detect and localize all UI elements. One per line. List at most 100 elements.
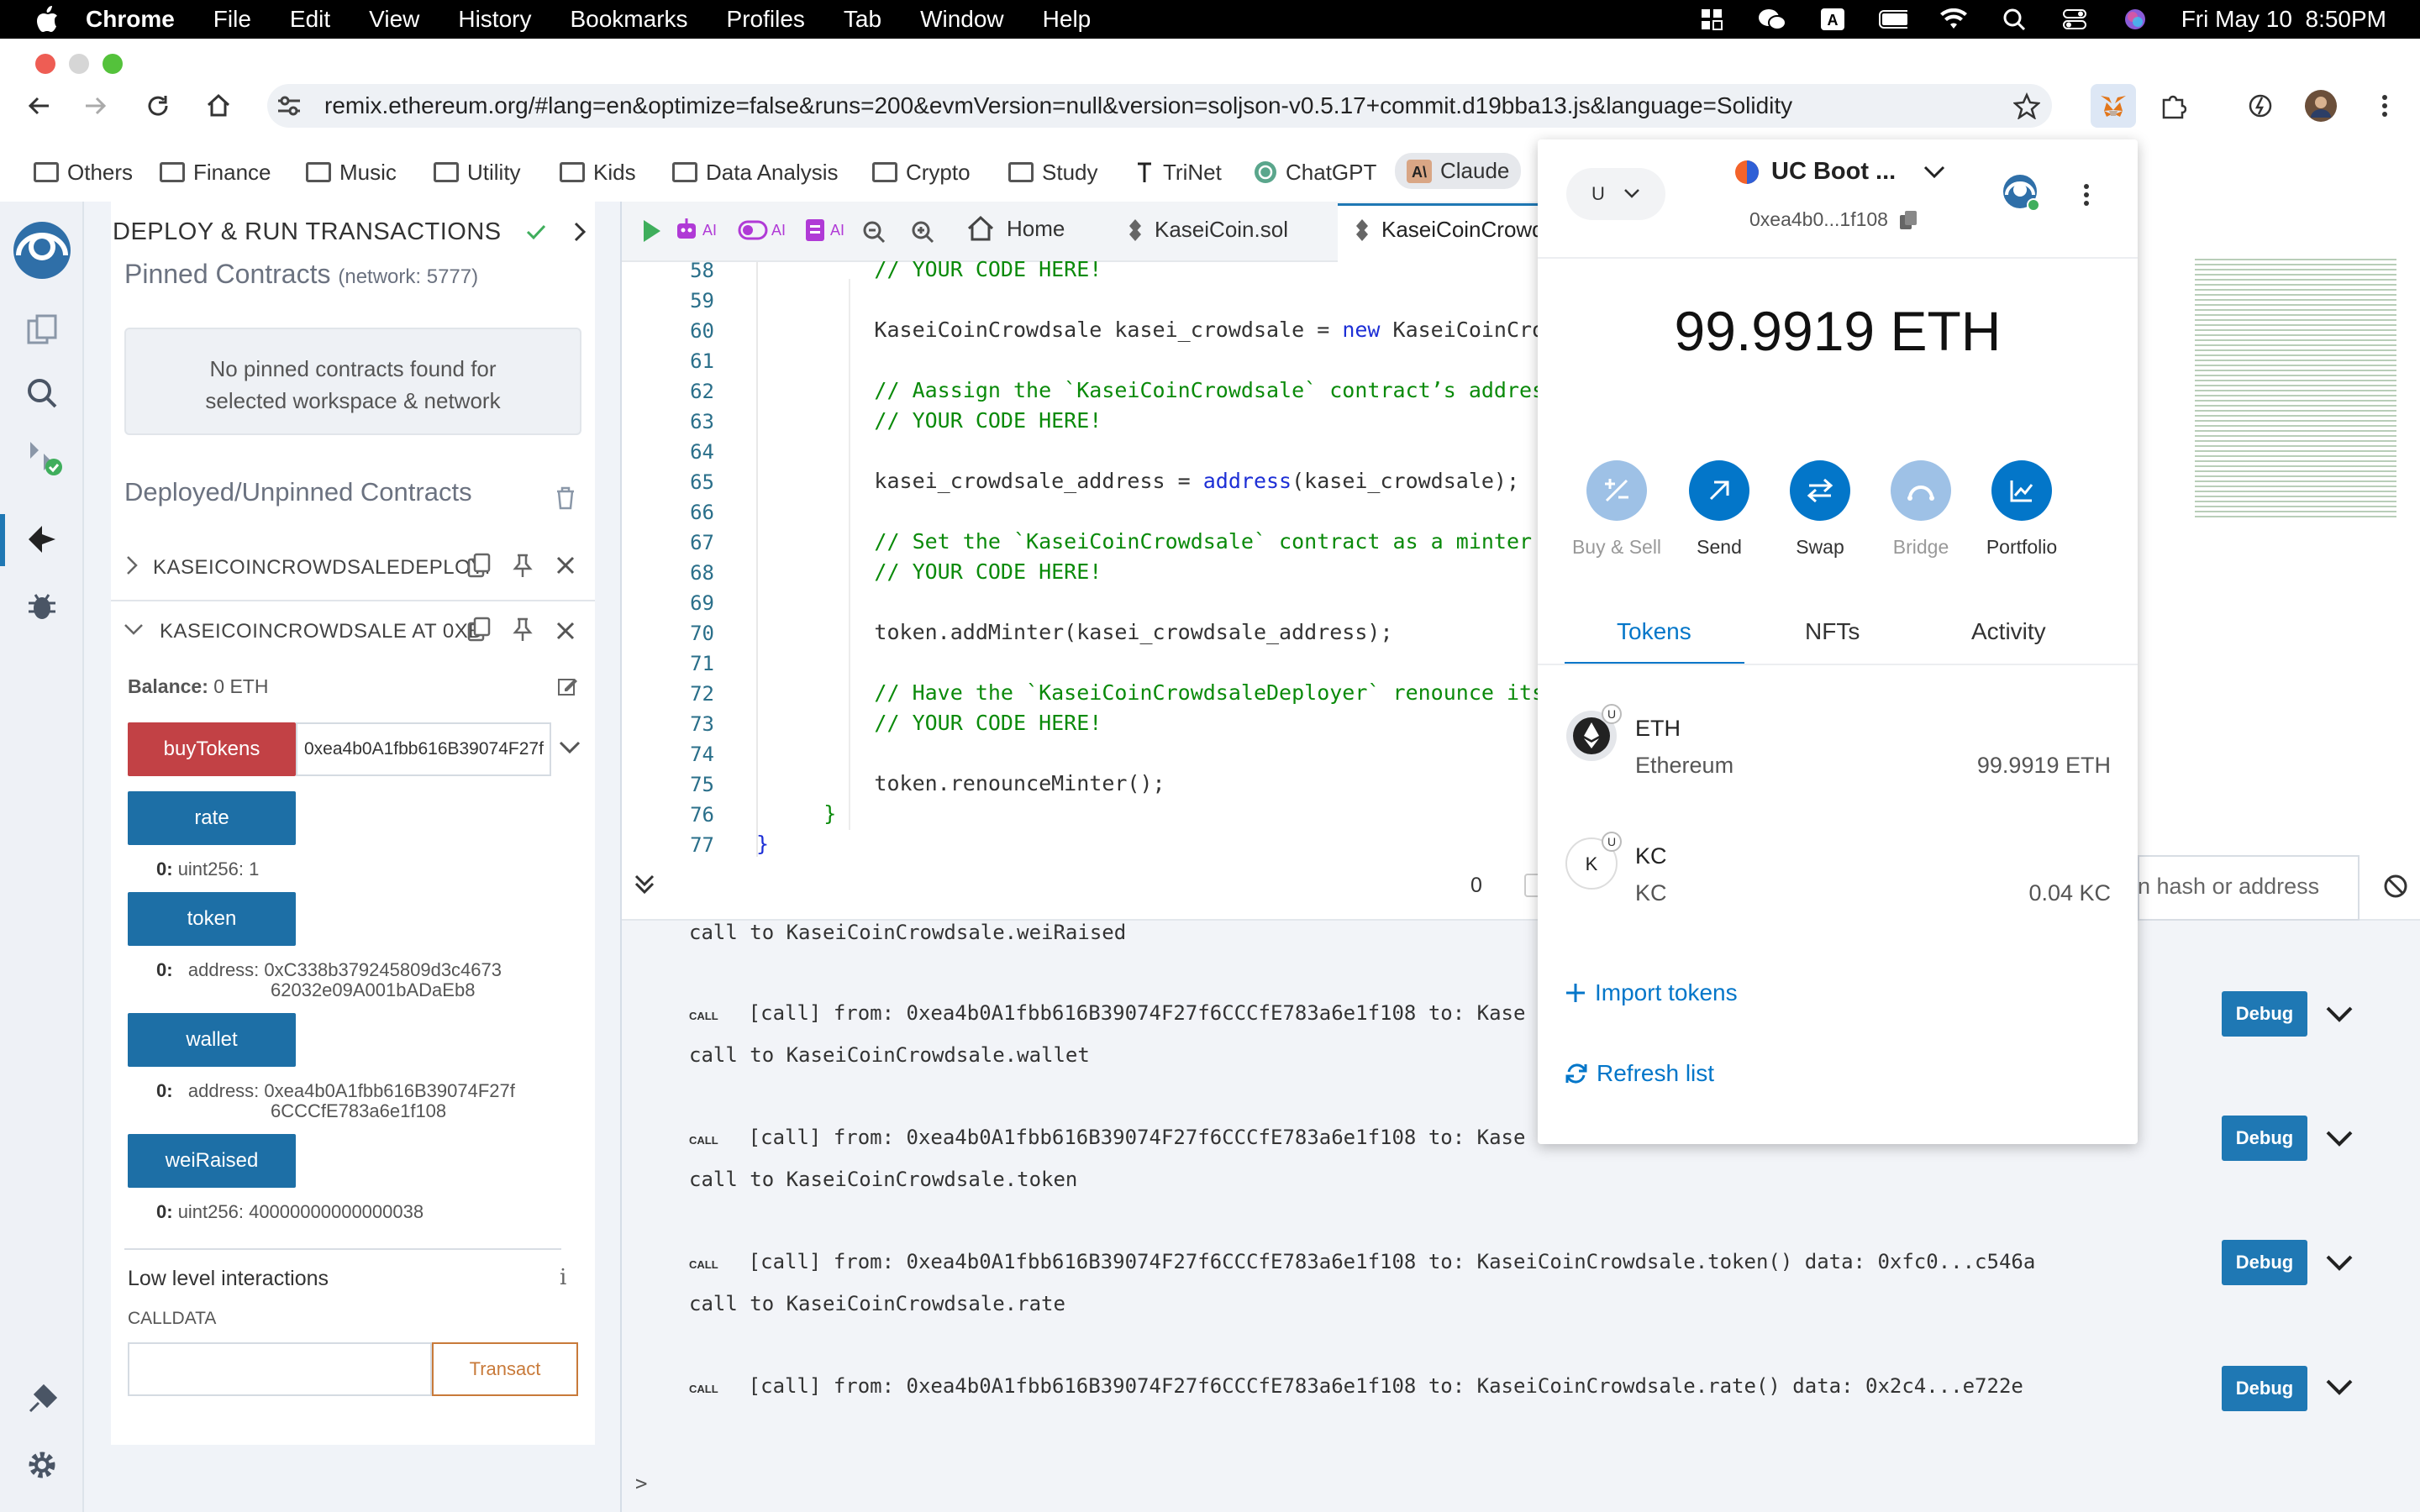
tab-home[interactable]: Home	[966, 215, 1065, 242]
spotlight-search-icon[interactable]	[2000, 7, 2028, 32]
bookmark-others[interactable]: Others	[34, 160, 133, 186]
ai-docs-button[interactable]: AI	[803, 217, 844, 244]
close-window-button[interactable]	[35, 54, 55, 74]
settings-gear-icon[interactable]	[18, 1441, 66, 1488]
tx-log-row[interactable]: CALL [call] from: 0xea4b0A1fbb616B39074F2…	[689, 1374, 2023, 1398]
grid-app-icon[interactable]	[1697, 7, 1726, 32]
solidity-compiler-icon[interactable]	[18, 433, 66, 480]
menu-profiles[interactable]: Profiles	[727, 6, 805, 33]
wifi-icon[interactable]	[1939, 7, 1968, 32]
menu-tab[interactable]: Tab	[844, 6, 881, 33]
profile-avatar[interactable]	[2302, 87, 2339, 124]
bookmark-trinet[interactable]: TriNet	[1134, 160, 1222, 186]
refresh-list-link[interactable]: Refresh list	[1565, 1060, 1714, 1087]
account-address-row[interactable]: 0xea4b0...1f108	[1749, 208, 1918, 231]
terminal-prompt[interactable]: >	[635, 1472, 647, 1495]
clear-console-icon[interactable]	[2383, 874, 2408, 903]
tab-nfts[interactable]: NFTs	[1805, 618, 1860, 645]
chevron-down-icon[interactable]	[2323, 998, 2356, 1032]
weiraised-button[interactable]: weiRaised	[128, 1134, 296, 1188]
chevron-down-icon[interactable]	[2323, 1371, 2356, 1404]
tx-log-row[interactable]: CALL [call] from: 0xea4b0A1fbb616B39074F2…	[689, 1126, 1525, 1149]
code-minimap[interactable]	[2195, 259, 2396, 519]
close-icon[interactable]	[555, 554, 576, 580]
bookmark-star-icon[interactable]	[2008, 87, 2045, 124]
plugin-manager-icon[interactable]	[18, 1376, 66, 1423]
calldata-input[interactable]	[128, 1342, 432, 1396]
copy-icon[interactable]	[467, 617, 491, 646]
control-center-icon[interactable]	[2060, 7, 2089, 32]
token-row-kc[interactable]: KU KC KC 0.04 KC	[1565, 832, 2111, 924]
metamask-extension-icon[interactable]	[2091, 84, 2136, 128]
menu-file[interactable]: File	[213, 6, 251, 33]
debug-button[interactable]: Debug	[2222, 991, 2307, 1037]
forward-arrow-icon[interactable]	[77, 87, 114, 124]
chevron-down-icon[interactable]	[2323, 1122, 2356, 1156]
menu-help[interactable]: Help	[1043, 6, 1092, 33]
play-icon[interactable]	[640, 217, 664, 249]
network-selector[interactable]: U	[1566, 168, 1665, 220]
chevron-down-icon[interactable]	[123, 622, 145, 643]
token-button[interactable]: token	[128, 892, 296, 946]
ai-assistant-button[interactable]: AI	[674, 217, 717, 244]
import-tokens-link[interactable]: Import tokens	[1565, 979, 1738, 1006]
double-chevron-down-icon[interactable]	[632, 872, 657, 901]
buytokens-beneficiary-input[interactable]	[296, 722, 551, 776]
tx-log-row[interactable]: CALL [call] from: 0xea4b0A1fbb616B39074F2…	[689, 1250, 2035, 1273]
transact-button[interactable]: Transact	[432, 1342, 578, 1396]
info-icon[interactable]: i	[560, 1265, 566, 1290]
bookmark-music[interactable]: Music	[306, 160, 397, 186]
wallet-button[interactable]: wallet	[128, 1013, 296, 1067]
site-settings-icon[interactable]	[271, 87, 308, 124]
account-menu-icon[interactable]	[2082, 181, 2091, 213]
tab-tokens[interactable]: Tokens	[1617, 618, 1691, 645]
chevron-right-icon[interactable]	[568, 220, 592, 248]
ai-toggle-button[interactable]: AI	[738, 220, 786, 240]
siri-icon[interactable]	[2121, 7, 2149, 32]
chevron-down-icon[interactable]	[558, 739, 581, 760]
menu-bookmarks[interactable]: Bookmarks	[570, 6, 687, 33]
edit-icon[interactable]	[556, 675, 578, 701]
pin-icon[interactable]	[511, 617, 534, 646]
connected-site-icon[interactable]	[2002, 173, 2042, 218]
buy-sell-button[interactable]: Buy & Sell	[1566, 460, 1667, 559]
debug-button[interactable]: Debug	[2222, 1240, 2307, 1285]
wechat-icon[interactable]	[1758, 7, 1786, 32]
extensions-puzzle-icon[interactable]	[2154, 87, 2191, 124]
minimize-window-button[interactable]	[69, 54, 89, 74]
performance-icon[interactable]	[2242, 87, 2279, 124]
tab-activity[interactable]: Activity	[1971, 618, 2046, 645]
bookmark-data-analysis[interactable]: Data Analysis	[672, 160, 839, 186]
bookmark-finance[interactable]: Finance	[160, 160, 271, 186]
bookmark-chatgpt[interactable]: ChatGPT	[1254, 160, 1376, 186]
chevron-right-icon[interactable]	[124, 554, 141, 580]
bookmark-study[interactable]: Study	[1008, 160, 1098, 186]
rate-button[interactable]: rate	[128, 791, 296, 845]
buytokens-button[interactable]: buyTokens	[128, 722, 296, 776]
remix-logo-icon[interactable]	[7, 217, 77, 287]
menu-app-name[interactable]: Chrome	[86, 6, 175, 33]
debugger-bug-icon[interactable]	[18, 583, 66, 630]
search-icon[interactable]	[18, 370, 66, 417]
bridge-button[interactable]: Bridge	[1870, 460, 1971, 559]
back-arrow-icon[interactable]	[20, 87, 57, 124]
url-text[interactable]: remix.ethereum.org/#lang=en&optimize=fal…	[324, 92, 1792, 119]
bookmark-utility[interactable]: Utility	[434, 160, 521, 186]
instance-deployer-name[interactable]: KASEICOINCROWDSALEDEPLOYI	[153, 556, 491, 580]
home-icon[interactable]	[200, 87, 237, 124]
portfolio-button[interactable]: Portfolio	[1971, 460, 2072, 559]
menu-view[interactable]: View	[369, 6, 419, 33]
tx-log-row[interactable]: CALL [call] from: 0xea4b0A1fbb616B39074F2…	[689, 1001, 1525, 1025]
swap-button[interactable]: Swap	[1770, 460, 1870, 559]
file-explorer-icon[interactable]	[18, 306, 66, 353]
send-button[interactable]: Send	[1669, 460, 1770, 559]
copy-icon[interactable]	[467, 553, 491, 582]
battery-icon[interactable]	[1878, 7, 1907, 32]
trash-icon[interactable]	[555, 486, 576, 515]
tab-kaseicoin-sol[interactable]: KaseiCoin.sol	[1128, 217, 1288, 243]
debug-button[interactable]: Debug	[2222, 1366, 2307, 1411]
apple-icon[interactable]	[30, 3, 64, 36]
menu-edit[interactable]: Edit	[290, 6, 330, 33]
pin-icon[interactable]	[511, 553, 534, 582]
bookmark-crypto[interactable]: Crypto	[872, 160, 971, 186]
